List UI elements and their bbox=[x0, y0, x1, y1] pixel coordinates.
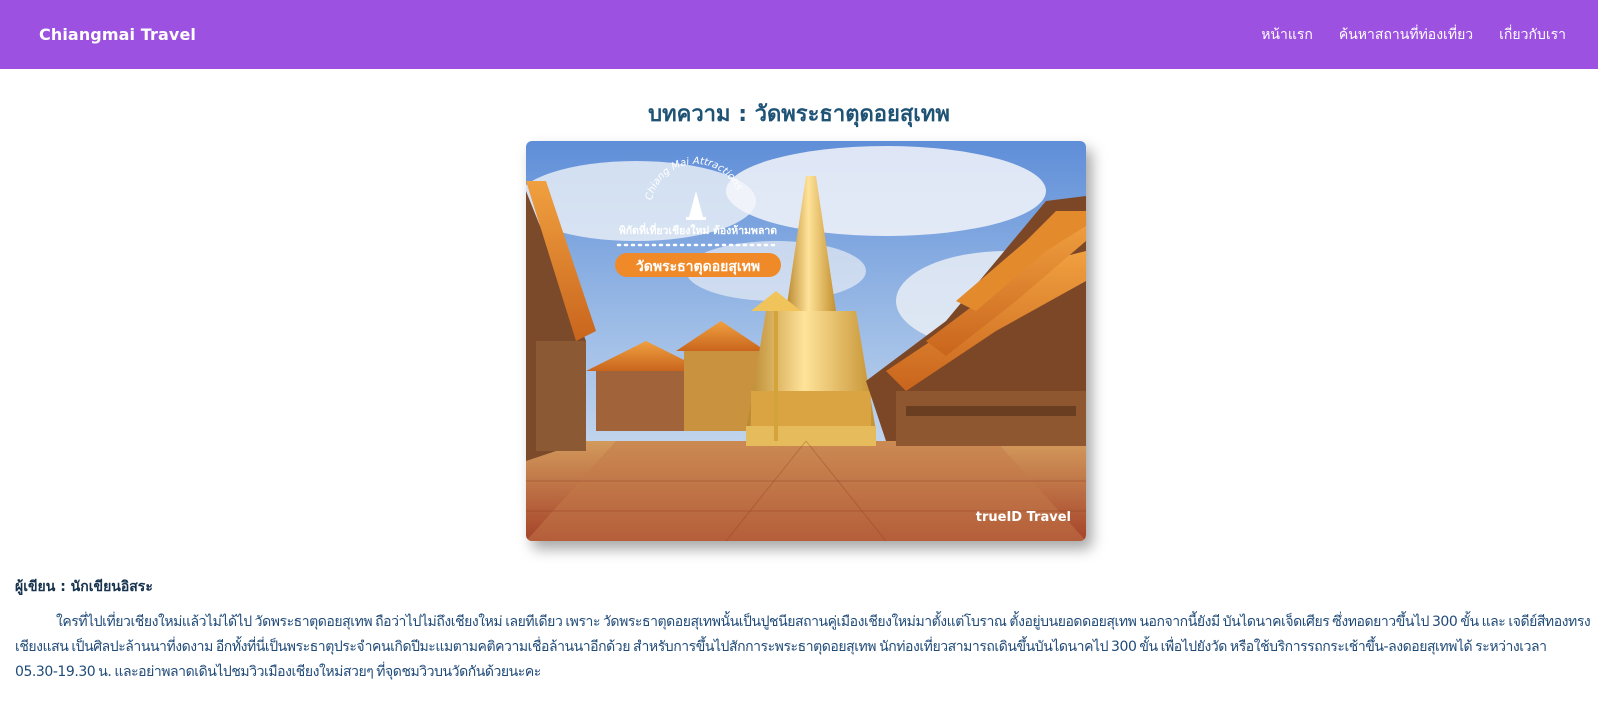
image-tagline: พิกัดที่เที่ยวเชียงใหม่ ต้องห้ามพลาด bbox=[619, 222, 778, 237]
temple-photo-illustration: Chiang Mai Attractions พิกัดที่เที่ยวเชี… bbox=[526, 141, 1086, 541]
top-navbar: Chiangmai Travel หน้าแรก ค้นหาสถานที่ท่อ… bbox=[0, 0, 1598, 69]
article-hero-image: Chiang Mai Attractions พิกัดที่เที่ยวเชี… bbox=[526, 141, 1086, 541]
trueid-travel-watermark: trueID Travel bbox=[976, 510, 1071, 525]
article-title: บทความ : วัดพระธาตุดอยสุเทพ bbox=[648, 102, 950, 127]
brand-link[interactable]: Chiangmai Travel bbox=[39, 25, 196, 44]
nav-link-about[interactable]: เกี่ยวกับเรา bbox=[1499, 24, 1566, 46]
article-author: ผู้เขียน : นักเขียนอิสระ bbox=[15, 579, 153, 595]
nav-link-home[interactable]: หน้าแรก bbox=[1261, 24, 1313, 46]
nav-link-search-places[interactable]: ค้นหาสถานที่ท่องเที่ยว bbox=[1339, 24, 1473, 46]
image-badge-text: วัดพระธาตุดอยสุเทพ bbox=[636, 259, 760, 275]
article-body: ใครที่ไปเที่ยวเชียงใหม่แล้วไม่ได้ไป วัดพ… bbox=[15, 614, 1591, 680]
nav-links: หน้าแรก ค้นหาสถานที่ท่องเที่ยว เกี่ยวกับ… bbox=[1235, 0, 1598, 69]
